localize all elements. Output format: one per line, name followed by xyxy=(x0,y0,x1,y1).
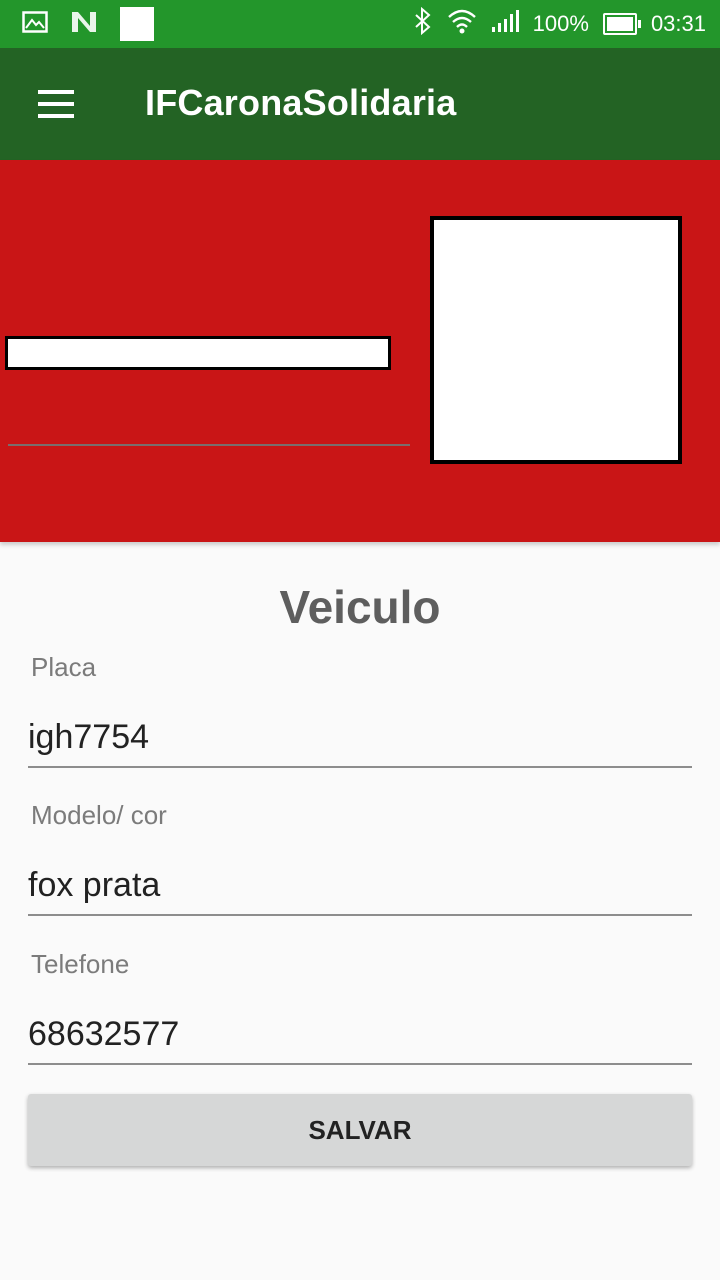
status-bar-left xyxy=(22,0,154,48)
image-icon xyxy=(22,10,48,38)
hamburger-menu-icon[interactable] xyxy=(36,88,76,120)
profile-header xyxy=(0,160,720,542)
notification-square-icon xyxy=(120,7,154,41)
redacted-name-box xyxy=(5,336,391,370)
save-button[interactable]: SALVAR xyxy=(28,1094,692,1166)
placa-label: Placa xyxy=(31,652,97,682)
app-bar: IFCaronaSolidaria xyxy=(0,48,720,160)
signal-icon xyxy=(491,9,519,39)
status-bar-right: 100% 03:31 xyxy=(413,0,706,48)
battery-icon xyxy=(602,13,641,35)
n-logo-icon xyxy=(70,10,98,39)
telefone-label: Telefone xyxy=(31,949,130,979)
status-time: 03:31 xyxy=(650,11,706,36)
modelo-cor-label: Modelo/ cor xyxy=(31,800,167,830)
form-title: Veiculo xyxy=(279,581,441,633)
app-title: IFCaronaSolidaria xyxy=(145,82,457,123)
wifi-icon xyxy=(447,7,477,41)
placa-input[interactable] xyxy=(28,708,692,768)
battery-percent: 100% xyxy=(532,11,589,36)
status-bar: 100% 03:31 xyxy=(0,0,720,48)
header-divider xyxy=(8,444,410,446)
telefone-input[interactable] xyxy=(28,1005,692,1065)
bluetooth-icon xyxy=(413,6,433,41)
modelo-cor-input[interactable] xyxy=(28,856,692,916)
profile-photo[interactable] xyxy=(430,216,682,464)
